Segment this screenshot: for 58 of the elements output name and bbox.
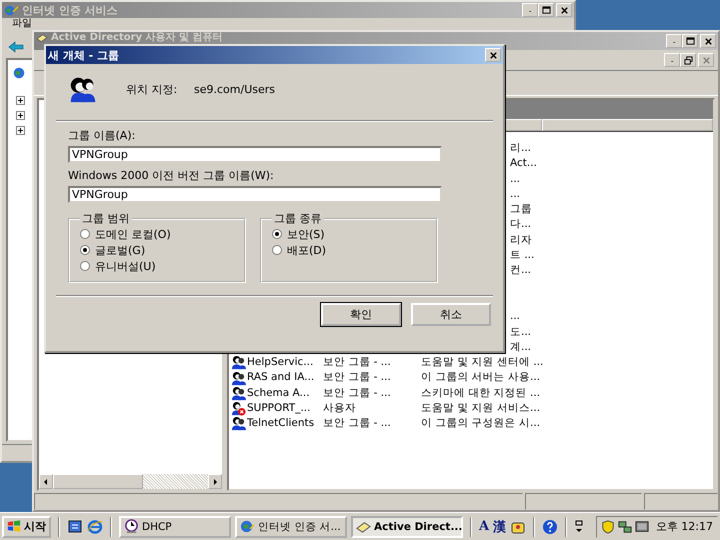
radio-option[interactable]: 보안(S) [272, 226, 426, 242]
group-box-title: 그룹 범위 [81, 211, 130, 226]
option-label: 도메인 로컬(O) [95, 226, 171, 242]
table-cell-text: 스키마에 대한 지정된 ... [420, 386, 540, 401]
location-label: 위치 지정: [126, 82, 178, 96]
table-cell-text: 이 그룹의 구성원은 시... [420, 416, 540, 432]
window-title: Active Directory 사용자 및 컴퓨터 [51, 32, 223, 43]
table-cell: 컨... [510, 264, 532, 276]
field-label: Windows 2000 이전 버전 그룹 이름(W): [68, 168, 275, 183]
table-cell-text: 이 그룹의 서버는 사용... [420, 370, 540, 386]
input-field[interactable]: VPNGroup [68, 146, 442, 163]
table-cell-text: 보안 그룹 - ... [322, 370, 392, 386]
table-cell: SUPPORT_... [247, 401, 310, 416]
table-cell: 그룹 [510, 203, 532, 216]
table-cell: Act... [510, 157, 537, 170]
menu-item[interactable]: 파일 [8, 18, 36, 30]
table-cell: 다... [510, 218, 532, 230]
taskbar-button[interactable]: DHCP [119, 516, 231, 538]
table-cell-text: 도움말 및 지원 서비스... [420, 401, 540, 416]
radio-option[interactable]: 배포(D) [272, 242, 426, 258]
window-title: 인터넷 인증 서비스 [22, 2, 118, 18]
option-label: 보안(S) [287, 226, 325, 242]
ime-indicator[interactable]: A [479, 519, 490, 534]
table-cell: HelpServic... [247, 355, 314, 370]
location-path: se9.com/Users [194, 82, 275, 96]
option-label: 배포(D) [287, 242, 326, 258]
table-cell-text: 사용자 [322, 401, 357, 416]
table-cell: 도... [510, 326, 532, 338]
dialog-button[interactable]: 확인 [321, 303, 401, 326]
ime-indicator[interactable]: 漢 [493, 518, 506, 536]
table-cell-text: 보안 그룹 - ... [322, 416, 392, 432]
radio-option[interactable]: 도메인 로컬(O) [80, 226, 234, 242]
radio-option[interactable]: 글로벌(G) [80, 242, 234, 258]
taskbar-button[interactable]: 인터넷 인증 서... [235, 516, 347, 538]
table-cell: 리자 [510, 234, 532, 246]
table-cell: 리... [510, 142, 532, 154]
table-cell: ... [510, 310, 520, 322]
start-button[interactable]: 시작 [2, 516, 51, 538]
option-label: 글로벌(G) [95, 242, 146, 258]
dialog-button[interactable]: 취소 [411, 303, 491, 326]
table-cell: 계... [510, 340, 532, 353]
table-cell-text: RAS and IA... [247, 370, 314, 386]
dialog-title: 새 개체 - 그룹 [48, 48, 120, 62]
input-field[interactable]: VPNGroup [68, 186, 442, 203]
table-cell-text: TelnetClients [247, 416, 314, 432]
table-cell: 트 ... [510, 249, 534, 262]
table-cell-text: 도움말 및 지원 센터에 ... [420, 355, 544, 370]
table-cell: ... [510, 172, 520, 185]
table-cell-text: 보안 그룹 - ... [322, 355, 392, 370]
group-box-title: 그룹 종류 [273, 211, 322, 226]
field-label: 그룹 이름(A): [68, 128, 136, 143]
radio-option[interactable]: 유니버설(U) [80, 258, 234, 274]
taskbar-button[interactable]: Active Direct... [351, 516, 463, 538]
table-cell: ... [510, 188, 520, 200]
option-label: 유니버설(U) [95, 258, 156, 274]
clock: 오후 12:17 [656, 519, 713, 534]
table-cell-text: 보안 그룹 - ... [322, 386, 392, 401]
table-cell-text: Schema A... [247, 386, 310, 401]
